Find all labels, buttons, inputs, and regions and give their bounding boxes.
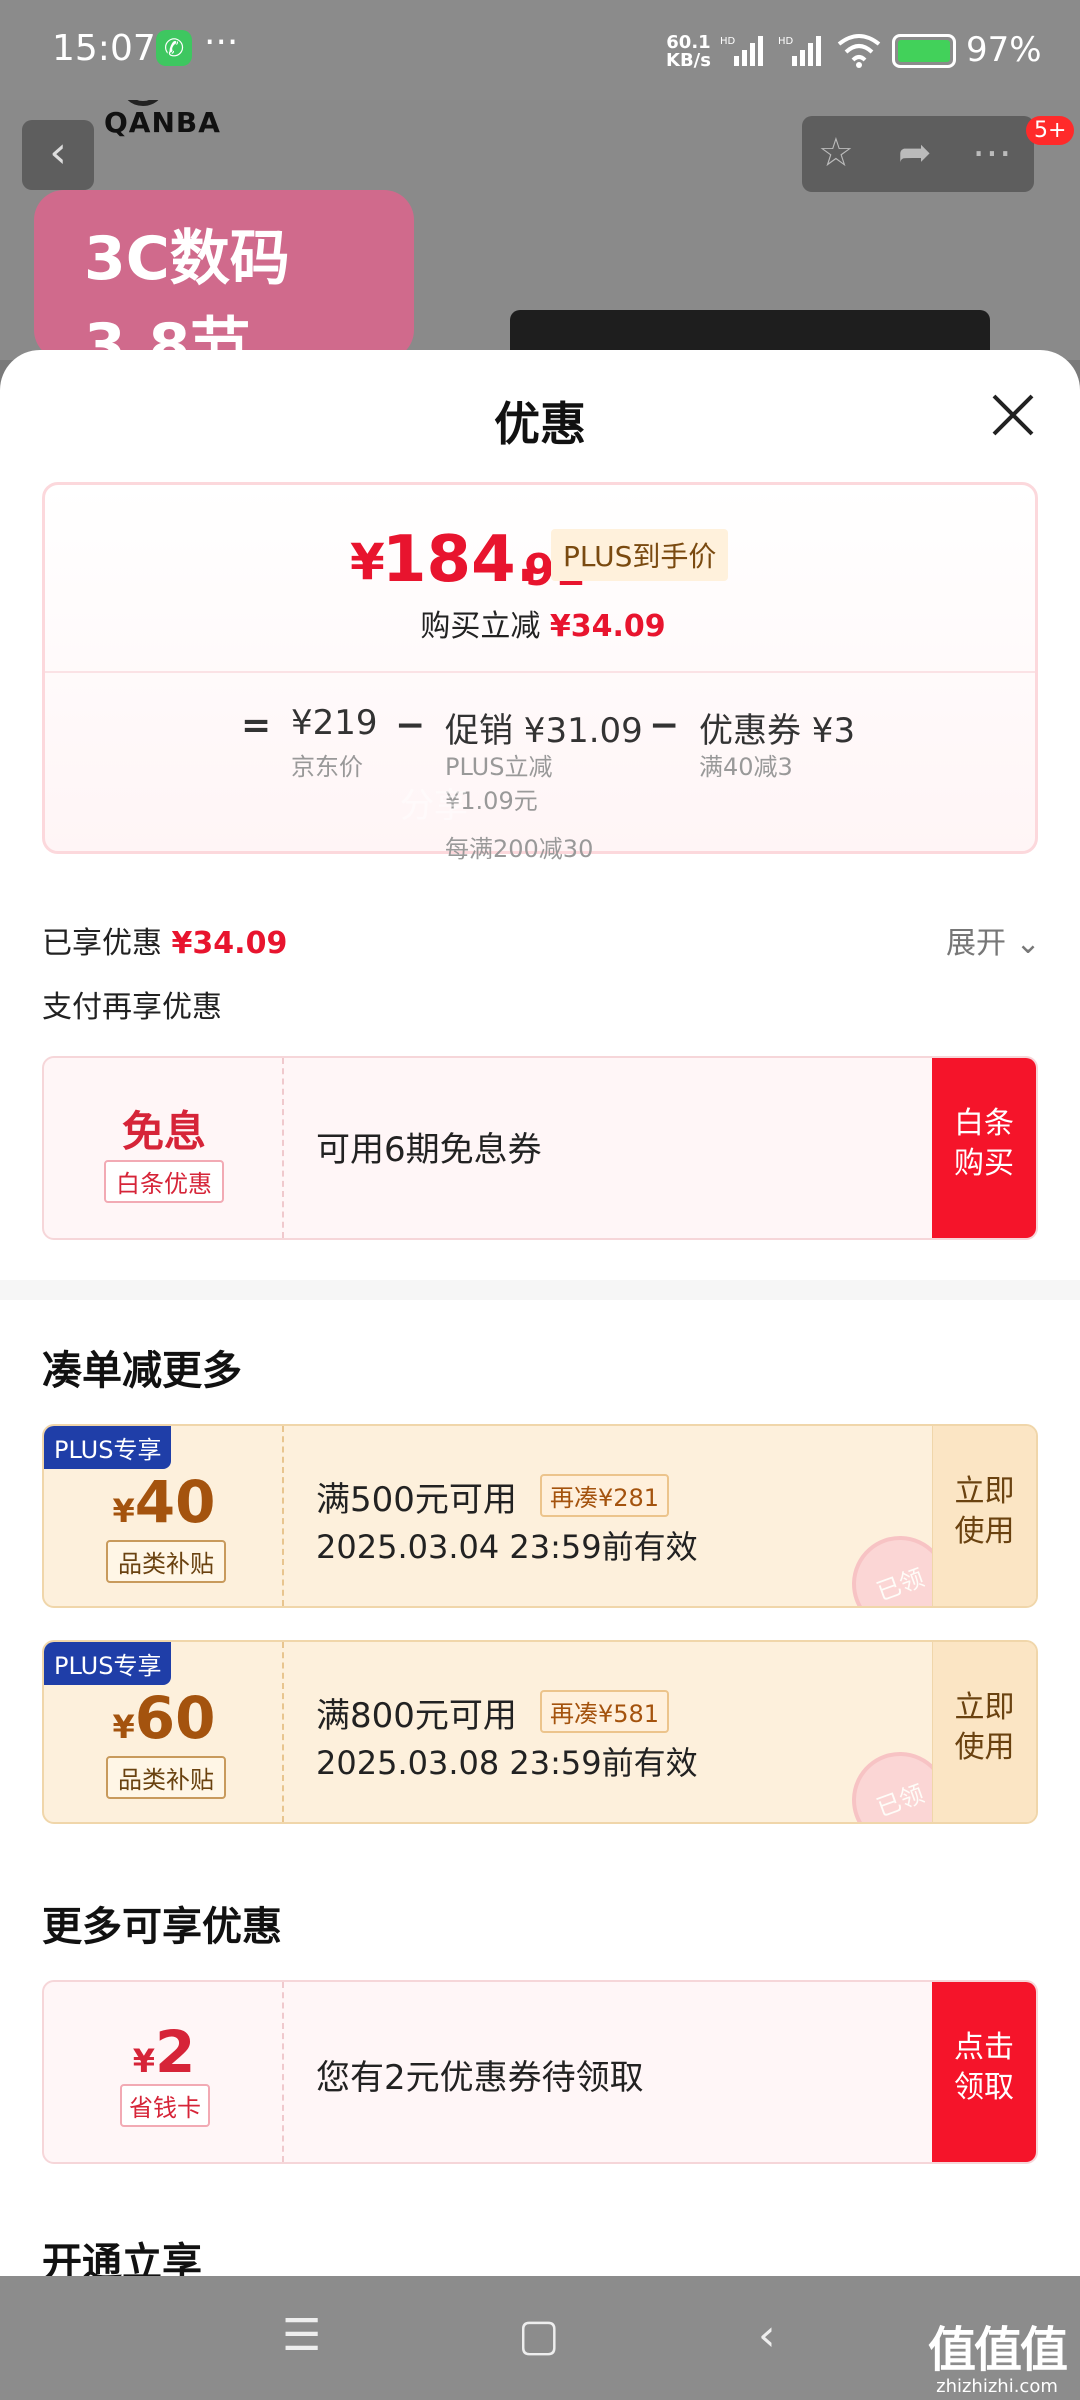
expand-toggle[interactable]: 展开 ⌄ <box>946 918 1041 962</box>
saver-amount: ¥2 <box>132 2018 196 2086</box>
brand-watermark: 值值值 zhizhizhi.com <box>928 2322 1068 2397</box>
coupon-validity: 2025.03.08 23:59前有效 <box>316 1744 698 1782</box>
coupon-amount: ¥60 <box>112 1684 216 1752</box>
watermark: 分享 <box>400 786 468 826</box>
instant-discount: 购买立减 ¥34.09 <box>420 609 666 644</box>
category-subsidy-tag: 品类补贴 <box>106 1540 226 1583</box>
coupon-validity: 2025.03.04 23:59前有效 <box>316 1528 698 1566</box>
coupon-amount: ¥40 <box>112 1468 216 1536</box>
star-icon[interactable]: ☆ <box>818 130 854 176</box>
baitiao-tag: 白条优惠 <box>104 1160 224 1203</box>
divider <box>45 671 1035 673</box>
add-more-tag: 再凑¥281 <box>540 1474 670 1517</box>
plus-exclusive-tag: PLUS专享 <box>44 1426 172 1469</box>
installment-card: 免息 白条优惠 可用6期免息券 白条 购买 <box>42 1056 1038 1240</box>
jd-price: ¥219 <box>291 703 378 743</box>
saver-card-tag: 省钱卡 <box>120 2084 210 2127</box>
jd-price-label: 京东价 <box>291 753 363 781</box>
saver-text: 您有2元优惠券待领取 <box>316 2058 644 2098</box>
menu-icon[interactable]: ☰ <box>282 2310 321 2361</box>
signal-icon: HD <box>778 36 821 66</box>
final-price-currency: ¥ <box>350 533 385 591</box>
minus-sign: − <box>649 705 680 746</box>
discount-sheet: 优惠 ¥ 184. 91 PLUS到手价 购买立减 ¥34.09 = ¥219 … <box>0 350 1080 2276</box>
plus-exclusive-tag: PLUS专享 <box>44 1642 172 1685</box>
category-subsidy-tag: 品类补贴 <box>106 1756 226 1799</box>
coupon-condition: 满500元可用 <box>316 1480 517 1520</box>
price-breakdown: ¥ 184. 91 PLUS到手价 购买立减 ¥34.09 = ¥219 京东价… <box>42 482 1038 863</box>
installment-text: 可用6期免息券 <box>316 1130 542 1170</box>
clock: 15:07 <box>52 28 156 69</box>
claim-button[interactable]: 点击 领取 <box>932 1982 1036 2162</box>
card-left: 免息 白条优惠 <box>44 1058 284 1238</box>
system-nav-bar: ☰ ▢ ‹ <box>0 2276 1080 2400</box>
product-page-background: QANBA ‹ ☆ ➦ ⋯ 5+ 3C数码 3.8节 <box>0 60 1080 381</box>
more-notifications: ··· <box>204 22 239 63</box>
battery-icon <box>892 34 956 68</box>
promo-rule: 每满200减30 <box>445 835 594 863</box>
home-icon[interactable]: ▢ <box>518 2310 560 2361</box>
back-icon[interactable]: ‹ <box>758 2310 776 2361</box>
coupon-card: PLUS专享 ¥60 品类补贴 满800元可用 再凑¥581 2025.03.0… <box>42 1640 1038 1824</box>
plus-price-tag: PLUS到手价 <box>551 529 729 581</box>
minus-sign: − <box>395 705 426 746</box>
phone-icon: ✆ <box>156 30 192 66</box>
svg-text:HD: HD <box>778 36 794 47</box>
pay-discount-title: 支付再享优惠 <box>42 990 222 1025</box>
coupon-rule: 满40减3 <box>699 753 793 781</box>
chevron-down-icon: ⌄ <box>1015 926 1041 961</box>
final-price: 184. <box>382 523 540 597</box>
card-left: PLUS专享 ¥60 品类补贴 <box>44 1642 284 1822</box>
status-bar: 15:07 ✆ ··· 60.1 KB/s HD HD 97% <box>0 0 1080 100</box>
use-now-button[interactable]: 立即 使用 <box>932 1426 1036 1606</box>
more-icon[interactable]: ⋯ <box>972 130 1012 176</box>
sheet-title: 优惠 <box>494 397 586 451</box>
enjoyed-discount: 已享优惠 ¥34.09 <box>42 926 288 961</box>
share-icon[interactable]: ➦ <box>898 130 932 176</box>
svg-text:HD: HD <box>720 36 736 47</box>
more-enjoy-title: 更多可享优惠 <box>42 1904 282 1950</box>
open-enjoy-title: 开通立享 <box>42 2240 202 2276</box>
close-icon[interactable] <box>990 392 1036 438</box>
saver-card: ¥2 省钱卡 您有2元优惠券待领取 点击 领取 <box>42 1980 1038 2164</box>
card-left: ¥2 省钱卡 <box>44 1982 284 2162</box>
more-discount-title: 凑单减更多 <box>42 1348 242 1394</box>
signal-icon: HD <box>720 36 763 66</box>
brand-logo: QANBA <box>104 106 221 139</box>
coupon-discount: 优惠券 ¥3 <box>699 711 856 751</box>
interest-free-label: 免息 <box>121 1107 206 1156</box>
promo-banner: 3C数码 3.8节 <box>34 190 414 381</box>
section-divider <box>0 1280 1080 1300</box>
coupon-condition: 满800元可用 <box>316 1696 517 1736</box>
baitiao-buy-button[interactable]: 白条 购买 <box>932 1058 1036 1238</box>
coupon-card: PLUS专享 ¥40 品类补贴 满500元可用 再凑¥281 2025.03.0… <box>42 1424 1038 1608</box>
add-more-tag: 再凑¥581 <box>540 1690 670 1733</box>
promo-discount: 促销 ¥31.09 <box>445 711 643 751</box>
use-now-button[interactable]: 立即 使用 <box>932 1642 1036 1822</box>
net-speed: 60.1 KB/s <box>666 32 711 71</box>
equals-sign: = <box>241 705 272 746</box>
plus-discount-label: PLUS立减 <box>445 753 553 781</box>
card-left: PLUS专享 ¥40 品类补贴 <box>44 1426 284 1606</box>
message-badge: 5+ <box>1026 116 1075 145</box>
wifi-icon <box>837 34 881 68</box>
action-bar: ☆ ➦ ⋯ <box>802 116 1034 192</box>
battery-percent: 97% <box>966 30 1042 70</box>
back-button[interactable]: ‹ <box>22 120 94 190</box>
